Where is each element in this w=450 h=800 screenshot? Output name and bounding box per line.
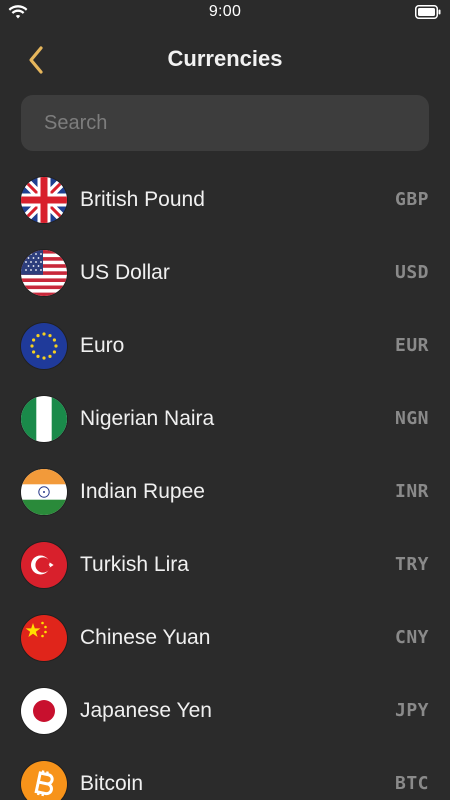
currency-name: Euro xyxy=(80,334,125,357)
nigeria-flag-icon xyxy=(21,396,67,442)
currency-row-try[interactable]: Turkish Lira TRY xyxy=(0,529,450,602)
currency-code: BTC xyxy=(394,773,429,794)
currencies-screen: 9:00 Currencies Search British Pound GBP… xyxy=(0,0,450,800)
currency-row-btc[interactable]: Bitcoin BTC xyxy=(0,748,450,800)
currency-code: INR xyxy=(394,481,429,502)
status-bar: 9:00 xyxy=(0,0,450,26)
battery-icon xyxy=(415,5,441,19)
turkey-flag-icon xyxy=(21,542,67,588)
currency-code: TRY xyxy=(394,554,429,575)
currency-row-gbp[interactable]: British Pound GBP xyxy=(0,164,450,237)
currency-code: EUR xyxy=(394,335,429,356)
currency-code: CNY xyxy=(394,627,429,648)
currency-name: Turkish Lira xyxy=(80,553,189,576)
currency-code: JPY xyxy=(394,700,429,721)
currency-name: British Pound xyxy=(80,188,205,211)
currency-code: USD xyxy=(394,262,429,283)
currency-row-eur[interactable]: Euro EUR xyxy=(0,310,450,383)
eu-flag-icon xyxy=(21,323,67,369)
currency-code: GBP xyxy=(394,189,429,210)
india-flag-icon xyxy=(21,469,67,515)
currency-name: Nigerian Naira xyxy=(80,407,215,430)
currency-name: Japanese Yen xyxy=(80,699,212,722)
currency-row-usd[interactable]: US Dollar USD xyxy=(0,237,450,310)
uk-flag-icon xyxy=(21,177,67,223)
us-flag-icon xyxy=(21,250,67,296)
currency-name: Chinese Yuan xyxy=(80,626,211,649)
currency-row-ngn[interactable]: Nigerian Naira NGN xyxy=(0,383,450,456)
currency-code: NGN xyxy=(394,408,429,429)
china-flag-icon xyxy=(21,615,67,661)
status-time: 9:00 xyxy=(208,3,242,20)
search-input[interactable] xyxy=(42,110,408,136)
search-field[interactable] xyxy=(21,95,429,151)
currency-name: Bitcoin xyxy=(80,772,144,795)
japan-flag-icon xyxy=(21,688,67,734)
currency-row-cny[interactable]: Chinese Yuan CNY xyxy=(0,602,450,675)
currency-list: British Pound GBP US Dollar USD Euro EUR… xyxy=(0,164,450,800)
currency-name: Indian Rupee xyxy=(80,480,205,503)
currency-row-inr[interactable]: Indian Rupee INR xyxy=(0,456,450,529)
page-title: Currencies xyxy=(167,46,283,71)
currency-name: US Dollar xyxy=(80,261,170,284)
bitcoin-icon xyxy=(21,761,67,800)
currency-row-jpy[interactable]: Japanese Yen JPY xyxy=(0,675,450,748)
nav-header: Currencies xyxy=(0,36,450,84)
